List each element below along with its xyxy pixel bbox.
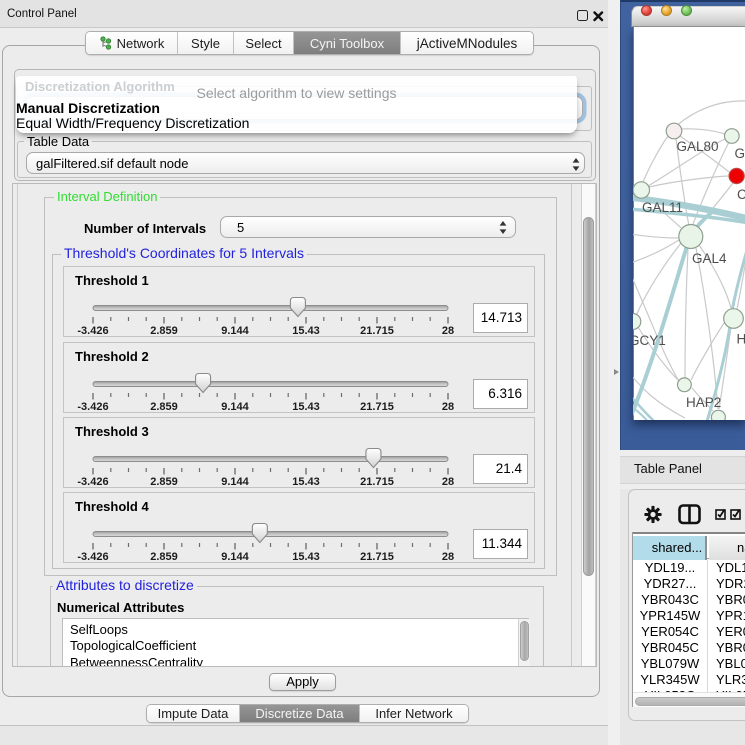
svg-text:28: 28 bbox=[442, 401, 454, 413]
svg-text:28: 28 bbox=[442, 325, 454, 337]
svg-text:GAL80: GAL80 bbox=[677, 139, 719, 154]
svg-text:-3.426: -3.426 bbox=[77, 401, 108, 413]
svg-text:2.859: 2.859 bbox=[150, 401, 178, 413]
svg-text:15.43: 15.43 bbox=[292, 551, 320, 563]
svg-text:15.43: 15.43 bbox=[292, 325, 320, 337]
svg-text:HAP2: HAP2 bbox=[686, 395, 721, 410]
svg-text:28: 28 bbox=[442, 476, 454, 488]
svg-text:21.715: 21.715 bbox=[360, 551, 394, 563]
svg-text:GAL4: GAL4 bbox=[692, 251, 727, 266]
svg-text:-3.426: -3.426 bbox=[77, 476, 108, 488]
svg-text:15.43: 15.43 bbox=[292, 401, 320, 413]
svg-text:HA: HA bbox=[737, 332, 745, 347]
svg-text:GAL11: GAL11 bbox=[642, 200, 683, 215]
svg-text:9.144: 9.144 bbox=[221, 401, 249, 413]
svg-text:-3.426: -3.426 bbox=[77, 325, 108, 337]
svg-text:21.715: 21.715 bbox=[360, 476, 394, 488]
svg-text:GA: GA bbox=[735, 146, 745, 161]
svg-text:28: 28 bbox=[442, 551, 454, 563]
svg-text:15.43: 15.43 bbox=[292, 476, 320, 488]
svg-text:21.715: 21.715 bbox=[360, 325, 394, 337]
svg-text:2.859: 2.859 bbox=[150, 476, 178, 488]
svg-text:GCY1: GCY1 bbox=[633, 333, 666, 348]
svg-text:2.859: 2.859 bbox=[150, 325, 178, 337]
svg-text:21.715: 21.715 bbox=[360, 401, 394, 413]
svg-text:9.144: 9.144 bbox=[221, 325, 249, 337]
svg-text:9.144: 9.144 bbox=[221, 551, 249, 563]
svg-text:CD: CD bbox=[737, 187, 745, 202]
svg-text:2.859: 2.859 bbox=[150, 551, 178, 563]
svg-text:-3.426: -3.426 bbox=[77, 551, 108, 563]
svg-text:9.144: 9.144 bbox=[221, 476, 249, 488]
